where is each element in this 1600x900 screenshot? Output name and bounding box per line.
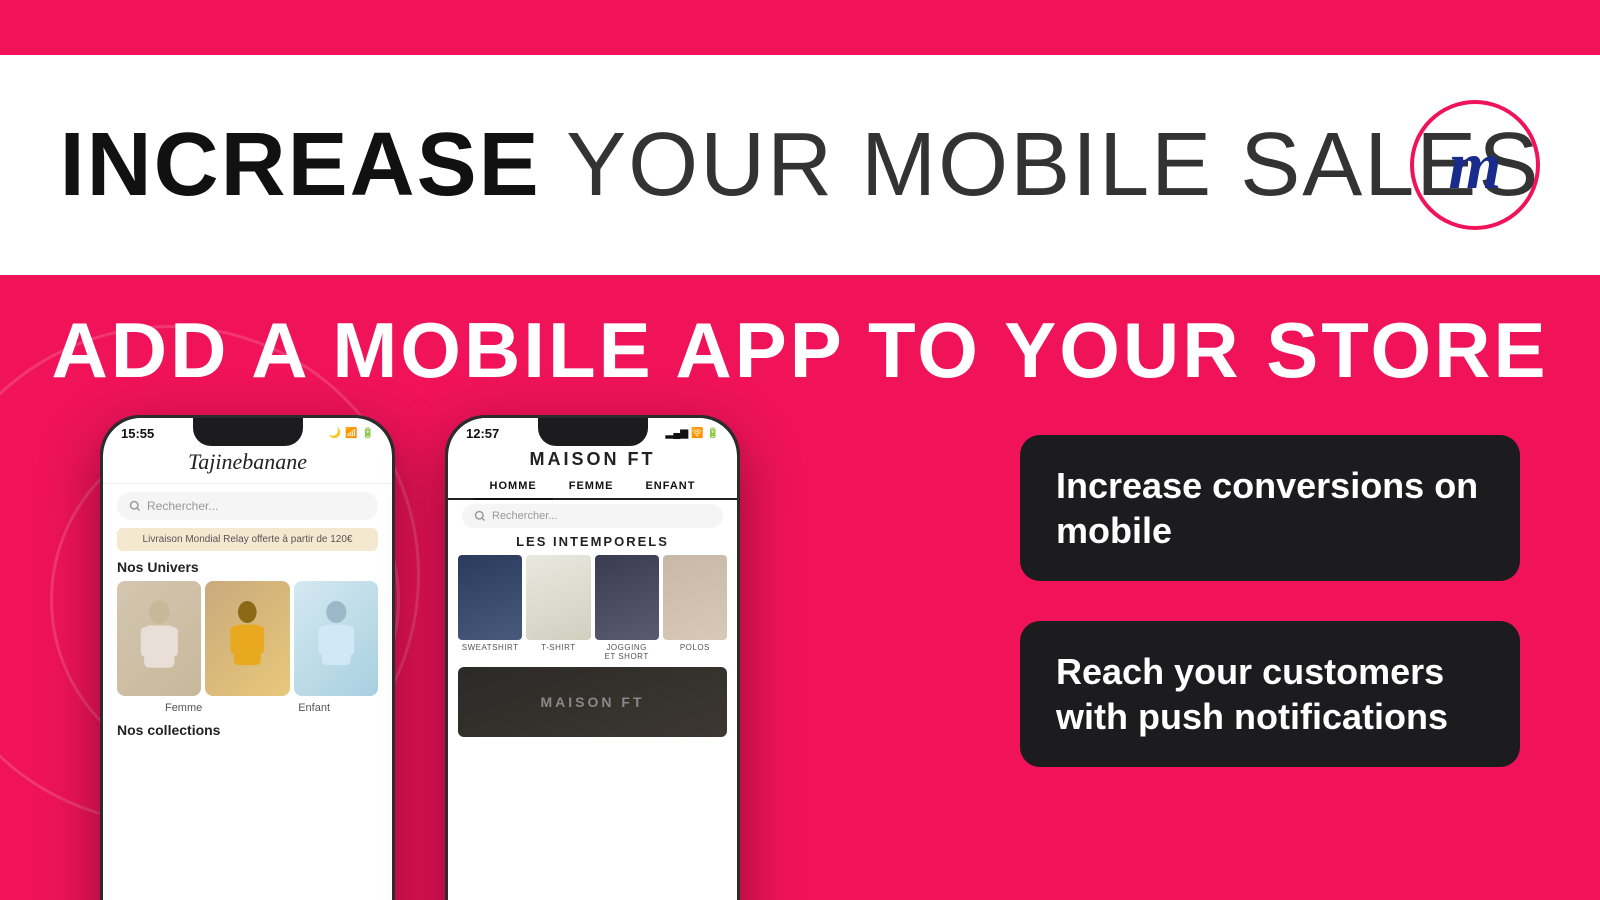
phone-2-category-img-sw (458, 555, 522, 640)
phone-2-notch (538, 418, 648, 446)
battery-icon: 🔋 (362, 428, 374, 439)
feature-box-2-text: Reach your customers with push notificat… (1056, 649, 1484, 739)
phone-1-section2-title: Nos collections (103, 718, 392, 742)
phone-1-search-placeholder: Rechercher... (147, 499, 218, 513)
header-title: INCREASE YOUR MOBILE SALES (60, 114, 1541, 217)
phone-2-category-label-ts: T-SHIRT (541, 643, 575, 652)
feature-box-2: Reach your customers with push notificat… (1020, 621, 1520, 767)
person-silhouette-1 (117, 581, 201, 696)
phone-1-brand: Tajinebanane (103, 443, 392, 484)
phone-2-search[interactable]: Rechercher... (462, 504, 723, 528)
phone-1: 15:55 🌙 📶 🔋 Tajinebanane Rechercher... L… (100, 415, 395, 900)
phone-2-category-label-jo: JOGGINGET SHORT (605, 643, 649, 661)
phone-2-category-label-po: POLOS (680, 643, 710, 652)
phone-1-search[interactable]: Rechercher... (117, 492, 378, 520)
wifi-icon: 🛜 (691, 428, 703, 439)
phone-2-category-img-jo (595, 555, 659, 640)
phone-1-grid-item-2 (205, 581, 289, 696)
phone-1-section-title: Nos Univers (103, 559, 392, 581)
logo-circle: m (1410, 100, 1540, 230)
phone-2-category-jogging: JOGGINGET SHORT (595, 555, 659, 661)
features-container: Increase conversions on mobile Reach you… (1020, 435, 1520, 767)
phone-2-bottom-text: MAISON FT (541, 694, 645, 710)
phone-1-status-icons: 🌙 📶 🔋 (329, 428, 374, 439)
phone-2-nav-homme[interactable]: HOMME (474, 474, 553, 500)
subtitle: ADD A MOBILE APP TO YOUR STORE (0, 305, 1600, 396)
phone-1-grid (103, 581, 392, 696)
main-section: ADD A MOBILE APP TO YOUR STORE 15:55 🌙 📶… (0, 275, 1600, 900)
phone-2-category-img-ts (526, 555, 590, 640)
header-title-normal: YOUR MOBILE SALES (541, 115, 1541, 215)
phone-2-category-tshirt: T-SHIRT (526, 555, 590, 661)
phone-2-nav-enfant[interactable]: ENFANT (629, 474, 711, 500)
phone-1-label-femme: Femme (165, 702, 202, 714)
phone-2-time: 12:57 (466, 426, 499, 441)
phone-1-label-enfant: Enfant (298, 702, 330, 714)
phone-2: 12:57 ▂▄▆ 🛜 🔋 MAISON FT HOMME FEMME ENFA… (445, 415, 740, 900)
person-silhouette-2 (205, 581, 289, 696)
phone-2-nav: HOMME FEMME ENFANT (448, 474, 737, 500)
phone-2-search-placeholder: Rechercher... (492, 510, 557, 522)
phone-1-promo-banner: Livraison Mondial Relay offerte à partir… (117, 528, 378, 551)
feature-box-1: Increase conversions on mobile (1020, 435, 1520, 581)
phone-2-categories-grid: SWEATSHIRT T-SHIRT JOGGINGET SHORT POLOS (448, 555, 737, 661)
phone-2-status-icons: ▂▄▆ 🛜 🔋 (666, 428, 719, 439)
moon-icon: 🌙 (329, 428, 341, 439)
phone-2-category-img-po (663, 555, 727, 640)
phone-1-grid-item-3 (294, 581, 378, 696)
logo-letter: m (1449, 131, 1502, 199)
phone-2-category-sweatshirt: SWEATSHIRT (458, 555, 522, 661)
phone-1-time: 15:55 (121, 426, 154, 441)
phone-2-category-label-sw: SWEATSHIRT (462, 643, 519, 652)
top-banner (0, 0, 1600, 55)
phone-2-brand: MAISON FT (448, 443, 737, 474)
phone-1-screen: 15:55 🌙 📶 🔋 Tajinebanane Rechercher... L… (103, 418, 392, 900)
search-icon (129, 500, 141, 512)
signal-icon: ▂▄▆ (666, 428, 688, 439)
phones-container: 15:55 🌙 📶 🔋 Tajinebanane Rechercher... L… (100, 415, 740, 900)
phone-2-category-polos: POLOS (663, 555, 727, 661)
phone-2-bottom-product: MAISON FT (458, 667, 727, 737)
search-icon (474, 510, 486, 522)
battery-icon: 🔋 (707, 428, 719, 439)
feature-box-1-text: Increase conversions on mobile (1056, 463, 1484, 553)
phone-2-nav-femme[interactable]: FEMME (553, 474, 630, 500)
phone-1-grid-labels: Femme Enfant (103, 696, 392, 718)
person-silhouette-3 (294, 581, 378, 696)
phone-1-notch (193, 418, 303, 446)
phone-1-grid-item-1 (117, 581, 201, 696)
header-bar: INCREASE YOUR MOBILE SALES m (0, 55, 1600, 275)
phone-2-section-title: LES INTEMPORELS (448, 534, 737, 555)
phone-2-screen: 12:57 ▂▄▆ 🛜 🔋 MAISON FT HOMME FEMME ENFA… (448, 418, 737, 900)
header-title-bold: INCREASE (60, 115, 541, 215)
wifi-icon: 📶 (345, 428, 357, 439)
